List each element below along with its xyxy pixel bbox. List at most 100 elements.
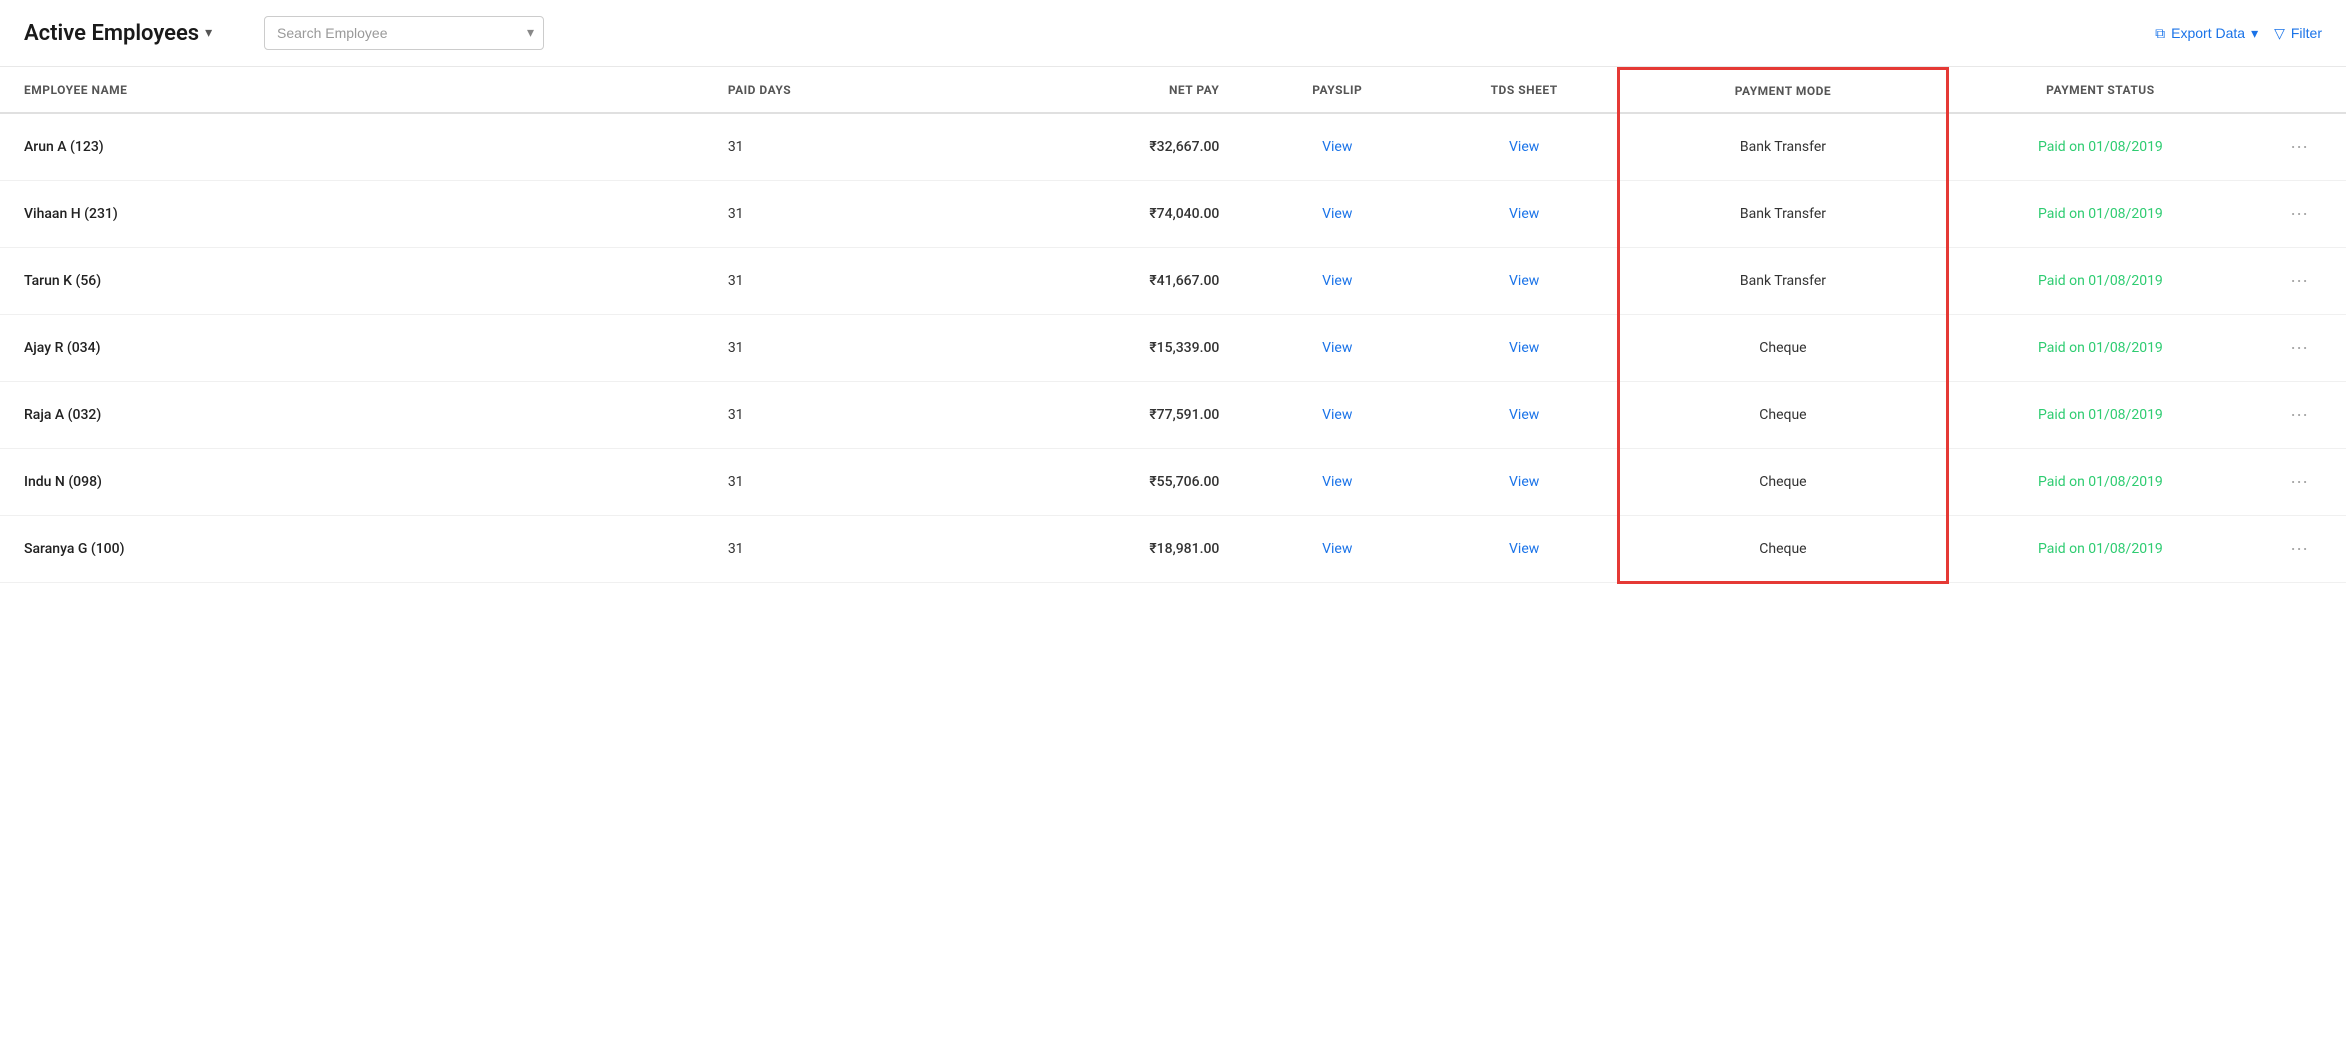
col-header-payslip: PAYSLIP bbox=[1243, 69, 1431, 114]
employee-name: Indu N (098) bbox=[24, 474, 102, 490]
net-pay-value: ₹41,667.00 bbox=[1149, 273, 1219, 289]
paid-days-cell: 31 bbox=[704, 449, 939, 516]
paid-days-value: 31 bbox=[728, 139, 744, 155]
employee-name: Tarun K (56) bbox=[24, 273, 101, 289]
filter-button[interactable]: ▽ Filter bbox=[2274, 25, 2322, 42]
payment-mode-cell: Bank Transfer bbox=[1619, 248, 1947, 315]
actions-cell: ⋯ bbox=[2252, 516, 2346, 583]
payslip-view-link[interactable]: View bbox=[1322, 474, 1352, 490]
payment-mode-cell: Bank Transfer bbox=[1619, 113, 1947, 181]
net-pay-cell: ₹32,667.00 bbox=[938, 113, 1243, 181]
payment-status-value: Paid on 01/08/2019 bbox=[2038, 407, 2163, 423]
table-row: Arun A (123) 31 ₹32,667.00 View View Ban… bbox=[0, 113, 2346, 181]
employee-table-container: EMPLOYEE NAME PAID DAYS NET PAY PAYSLIP … bbox=[0, 67, 2346, 584]
paid-days-cell: 31 bbox=[704, 382, 939, 449]
more-options-button[interactable]: ⋯ bbox=[2282, 402, 2316, 428]
net-pay-value: ₹32,667.00 bbox=[1149, 139, 1219, 155]
search-employee-input[interactable]: Search Employee bbox=[264, 16, 544, 50]
payment-status-value: Paid on 01/08/2019 bbox=[2038, 139, 2163, 155]
payslip-view-link[interactable]: View bbox=[1322, 541, 1352, 557]
payment-status-cell: Paid on 01/08/2019 bbox=[1947, 181, 2252, 248]
payslip-cell: View bbox=[1243, 248, 1431, 315]
col-header-payment-mode: PAYMENT MODE bbox=[1619, 69, 1947, 114]
export-data-button[interactable]: ⧉ Export Data ▾ bbox=[2155, 25, 2258, 42]
actions-cell: ⋯ bbox=[2252, 315, 2346, 382]
more-options-button[interactable]: ⋯ bbox=[2282, 536, 2316, 562]
col-header-tds-sheet: TDS SHEET bbox=[1431, 69, 1619, 114]
net-pay-value: ₹55,706.00 bbox=[1149, 474, 1219, 490]
payslip-cell: View bbox=[1243, 113, 1431, 181]
table-row: Ajay R (034) 31 ₹15,339.00 View View Che… bbox=[0, 315, 2346, 382]
payment-mode-value: Cheque bbox=[1759, 541, 1806, 557]
export-dropdown-arrow: ▾ bbox=[2251, 25, 2258, 42]
employee-name-cell: Tarun K (56) bbox=[0, 248, 704, 315]
net-pay-cell: ₹55,706.00 bbox=[938, 449, 1243, 516]
col-header-net-pay: NET PAY bbox=[938, 69, 1243, 114]
tds-sheet-view-link[interactable]: View bbox=[1509, 139, 1539, 155]
more-options-button[interactable]: ⋯ bbox=[2282, 268, 2316, 294]
table-row: Vihaan H (231) 31 ₹74,040.00 View View B… bbox=[0, 181, 2346, 248]
tds-sheet-view-link[interactable]: View bbox=[1509, 340, 1539, 356]
net-pay-value: ₹18,981.00 bbox=[1149, 541, 1219, 557]
net-pay-value: ₹77,591.00 bbox=[1149, 407, 1219, 423]
actions-cell: ⋯ bbox=[2252, 248, 2346, 315]
payslip-view-link[interactable]: View bbox=[1322, 340, 1352, 356]
tds-sheet-view-link[interactable]: View bbox=[1509, 273, 1539, 289]
payslip-view-link[interactable]: View bbox=[1322, 273, 1352, 289]
search-wrapper: Search Employee bbox=[264, 16, 544, 50]
payment-mode-cell: Cheque bbox=[1619, 516, 1947, 583]
actions-cell: ⋯ bbox=[2252, 382, 2346, 449]
col-header-payment-status: PAYMENT STATUS bbox=[1947, 69, 2252, 114]
more-options-button[interactable]: ⋯ bbox=[2282, 201, 2316, 227]
payslip-view-link[interactable]: View bbox=[1322, 206, 1352, 222]
table-row: Tarun K (56) 31 ₹41,667.00 View View Ban… bbox=[0, 248, 2346, 315]
employee-name: Arun A (123) bbox=[24, 139, 104, 155]
employee-name-cell: Vihaan H (231) bbox=[0, 181, 704, 248]
paid-days-value: 31 bbox=[728, 273, 744, 289]
col-header-name: EMPLOYEE NAME bbox=[0, 69, 704, 114]
payment-mode-value: Cheque bbox=[1759, 474, 1806, 490]
net-pay-cell: ₹41,667.00 bbox=[938, 248, 1243, 315]
employee-table: EMPLOYEE NAME PAID DAYS NET PAY PAYSLIP … bbox=[0, 67, 2346, 584]
actions-cell: ⋯ bbox=[2252, 181, 2346, 248]
tds-sheet-cell: View bbox=[1431, 516, 1619, 583]
tds-sheet-view-link[interactable]: View bbox=[1509, 474, 1539, 490]
paid-days-cell: 31 bbox=[704, 516, 939, 583]
payment-status-value: Paid on 01/08/2019 bbox=[2038, 206, 2163, 222]
net-pay-cell: ₹77,591.00 bbox=[938, 382, 1243, 449]
net-pay-value: ₹15,339.00 bbox=[1149, 340, 1219, 356]
paid-days-value: 31 bbox=[728, 541, 744, 557]
paid-days-value: 31 bbox=[728, 474, 744, 490]
payslip-cell: View bbox=[1243, 315, 1431, 382]
col-header-actions bbox=[2252, 69, 2346, 114]
tds-sheet-view-link[interactable]: View bbox=[1509, 541, 1539, 557]
table-row: Raja A (032) 31 ₹77,591.00 View View Che… bbox=[0, 382, 2346, 449]
page-title: Active Employees bbox=[24, 21, 199, 46]
payment-mode-cell: Cheque bbox=[1619, 382, 1947, 449]
payment-mode-cell: Bank Transfer bbox=[1619, 181, 1947, 248]
tds-sheet-cell: View bbox=[1431, 382, 1619, 449]
more-options-button[interactable]: ⋯ bbox=[2282, 134, 2316, 160]
more-options-button[interactable]: ⋯ bbox=[2282, 335, 2316, 361]
employee-name-cell: Saranya G (100) bbox=[0, 516, 704, 583]
page-header: Active Employees ▾ Search Employee ⧉ Exp… bbox=[0, 0, 2346, 67]
paid-days-value: 31 bbox=[728, 206, 744, 222]
employee-name: Vihaan H (231) bbox=[24, 206, 118, 222]
title-dropdown-arrow[interactable]: ▾ bbox=[205, 25, 212, 41]
title-section: Active Employees ▾ bbox=[24, 21, 244, 46]
payment-mode-value: Bank Transfer bbox=[1740, 206, 1826, 222]
more-options-button[interactable]: ⋯ bbox=[2282, 469, 2316, 495]
employee-name-cell: Raja A (032) bbox=[0, 382, 704, 449]
payment-mode-value: Bank Transfer bbox=[1740, 139, 1826, 155]
tds-sheet-view-link[interactable]: View bbox=[1509, 206, 1539, 222]
tds-sheet-cell: View bbox=[1431, 181, 1619, 248]
payslip-view-link[interactable]: View bbox=[1322, 407, 1352, 423]
col-header-paid-days: PAID DAYS bbox=[704, 69, 939, 114]
actions-cell: ⋯ bbox=[2252, 113, 2346, 181]
table-row: Indu N (098) 31 ₹55,706.00 View View Che… bbox=[0, 449, 2346, 516]
payment-status-cell: Paid on 01/08/2019 bbox=[1947, 516, 2252, 583]
payslip-view-link[interactable]: View bbox=[1322, 139, 1352, 155]
payment-mode-cell: Cheque bbox=[1619, 449, 1947, 516]
tds-sheet-view-link[interactable]: View bbox=[1509, 407, 1539, 423]
tds-sheet-cell: View bbox=[1431, 449, 1619, 516]
